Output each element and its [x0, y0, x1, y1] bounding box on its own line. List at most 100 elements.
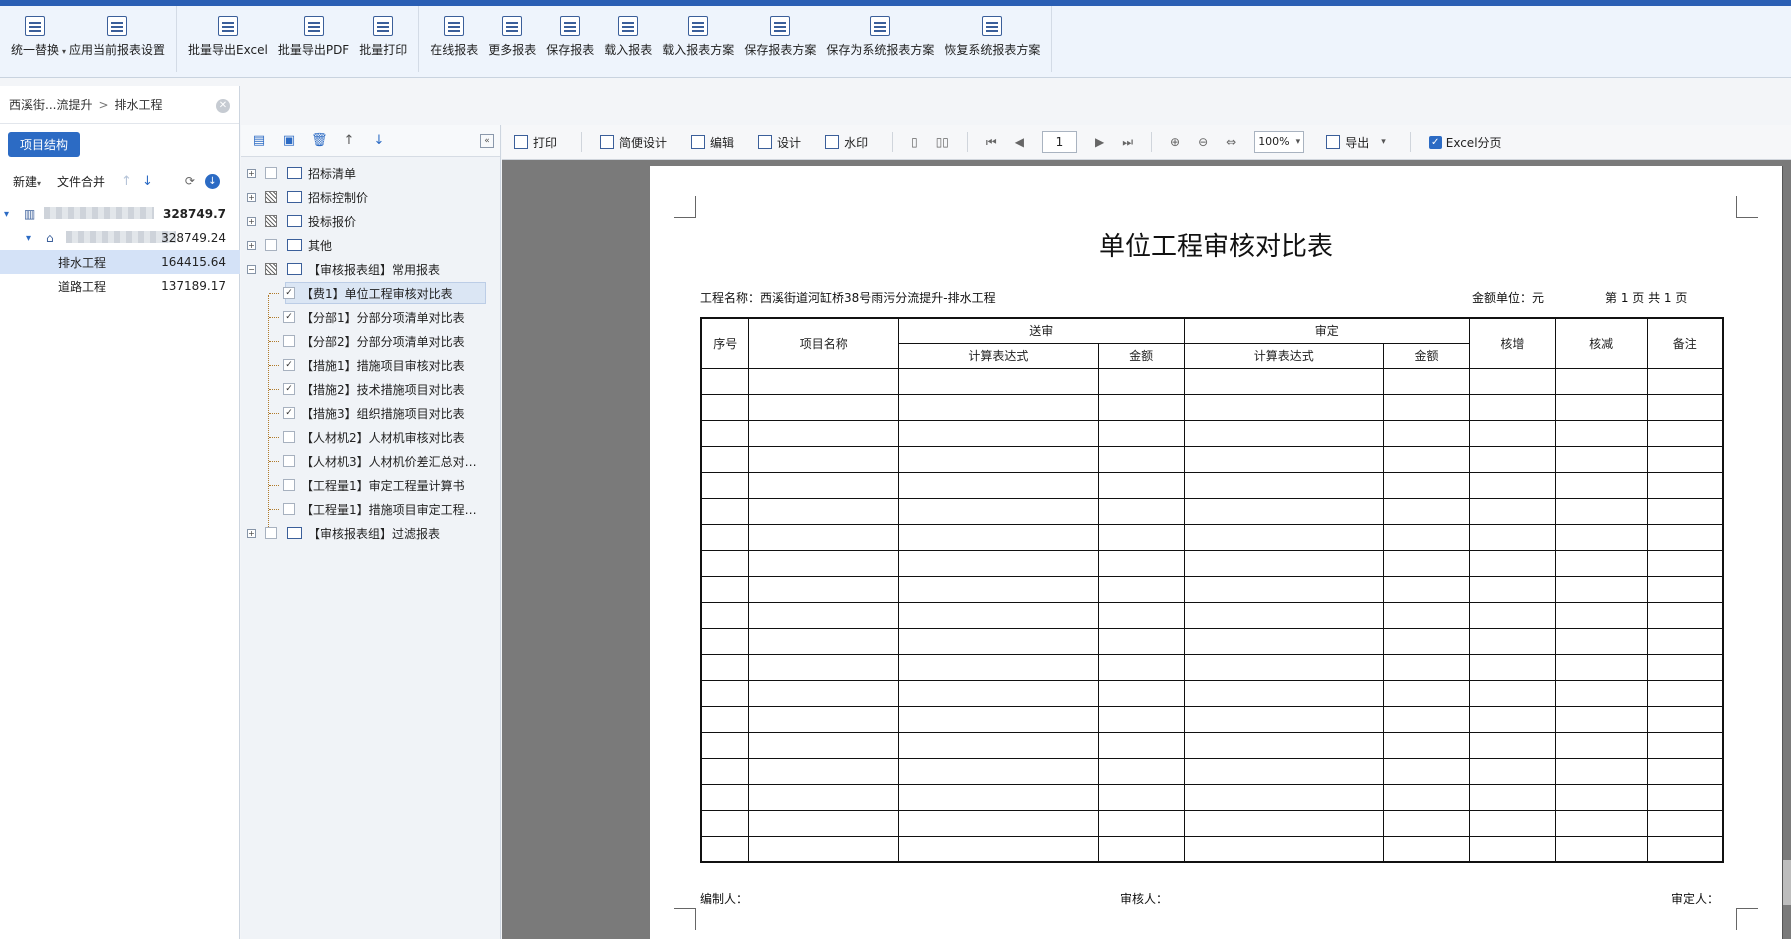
new-menu-button[interactable]: 新建▾	[13, 173, 41, 190]
report-item[interactable]: ✓ 【分部1】分部分项清单对比表	[241, 305, 500, 329]
checkbox-partial-icon[interactable]	[265, 215, 277, 227]
checkbox-checked-icon[interactable]: ✓	[283, 287, 295, 299]
fit-width-icon[interactable]: ⇔	[1226, 135, 1236, 149]
project-tree-item[interactable]: ▾ ▥ 328749.7	[0, 202, 240, 226]
excel-paging-toggle[interactable]: ✓ Excel分页	[1428, 134, 1502, 151]
move-down-icon[interactable]: ↓	[371, 133, 387, 149]
project-tree-item[interactable]: 排水工程 164415.64	[0, 250, 240, 274]
zoom-in-icon[interactable]: ⊕	[1170, 135, 1180, 149]
checkbox-partial-icon[interactable]	[265, 263, 277, 275]
first-page-icon[interactable]: ⏮	[986, 135, 997, 150]
move-up-icon[interactable]: ↑	[341, 133, 357, 149]
add-folder-icon[interactable]: ▣	[281, 133, 297, 149]
zoom-select[interactable]: 100%	[1254, 131, 1305, 153]
checkbox-checked-icon[interactable]: ✓	[283, 407, 295, 419]
report-item[interactable]: ✓ 【措施1】措施项目审核对比表	[241, 353, 500, 377]
checkbox-checked-icon[interactable]: ✓	[283, 383, 295, 395]
two-page-icon[interactable]: ▯▯	[936, 135, 949, 149]
ribbon-button[interactable]: 更多报表	[483, 16, 541, 72]
checkbox-icon[interactable]	[283, 431, 295, 443]
report-group-item[interactable]: + 投标报价	[241, 209, 500, 233]
table-row	[700, 497, 1724, 525]
ribbon-button[interactable]: 在线报表	[425, 16, 483, 72]
project-tree-item[interactable]: 道路工程 137189.17	[0, 274, 240, 298]
expand-icon[interactable]: +	[247, 168, 256, 178]
move-up-icon[interactable]: ↑	[121, 174, 132, 189]
project-structure-button[interactable]: 项目结构	[8, 132, 80, 157]
zoom-out-icon[interactable]: ⊖	[1198, 135, 1208, 149]
report-item[interactable]: ✓ 【费1】单位工程审核对比表	[241, 281, 500, 305]
collapse-icon[interactable]: −	[247, 264, 256, 274]
report-group-item[interactable]: + 招标控制价	[241, 185, 500, 209]
table-cell	[1646, 757, 1724, 785]
ribbon-button[interactable]: 恢复系统报表方案	[939, 16, 1045, 72]
expand-icon[interactable]: ▾	[4, 209, 9, 220]
report-item[interactable]: ✓ 【措施2】技术措施项目对比表	[241, 377, 500, 401]
checkbox-icon[interactable]	[265, 167, 277, 179]
project-tree-item[interactable]: ▾ ⌂ 328749.24	[0, 226, 240, 250]
ribbon-button[interactable]: 批量导出Excel	[183, 16, 273, 72]
expand-icon[interactable]: +	[247, 240, 256, 250]
edit-button[interactable]: 编辑	[691, 134, 734, 151]
checkbox-icon[interactable]	[265, 527, 277, 539]
table-cell	[1646, 809, 1724, 837]
chevron-down-icon[interactable]: ▾	[62, 47, 66, 56]
watermark-button[interactable]: 水印	[825, 134, 868, 151]
report-group-item[interactable]: + 【审核报表组】过滤报表	[241, 521, 500, 545]
report-item[interactable]: 【工程量1】审定工程量计算书	[241, 473, 500, 497]
checkbox-checked-icon[interactable]: ✓	[283, 311, 295, 323]
header-item: 项目名称	[748, 317, 900, 369]
design-button[interactable]: 设计	[758, 134, 801, 151]
checkbox-icon[interactable]	[283, 479, 295, 491]
report-group-item[interactable]: + 其他	[241, 233, 500, 257]
ribbon-button[interactable]: 批量导出PDF	[273, 16, 354, 72]
report-item[interactable]: 【工程量1】措施项目审定工程…	[241, 497, 500, 521]
ribbon-button[interactable]: 载入报表方案	[657, 16, 739, 72]
refresh-icon[interactable]: ⟳	[185, 174, 195, 188]
ribbon-button[interactable]: 载入报表	[599, 16, 657, 72]
download-icon[interactable]: ↓	[204, 173, 220, 189]
report-group-item[interactable]: + 招标清单	[241, 161, 500, 185]
add-report-icon[interactable]: ▤	[251, 133, 267, 149]
single-page-icon[interactable]: ▯	[911, 135, 918, 149]
export-button[interactable]: 导出 ▾	[1326, 134, 1386, 151]
report-item[interactable]: 【人材机3】人材机价差汇总对…	[241, 449, 500, 473]
checkbox-checked-icon[interactable]: ✓	[283, 359, 295, 371]
last-page-icon[interactable]: ⏭	[1122, 135, 1133, 150]
table-cell	[748, 367, 900, 395]
checkbox-icon[interactable]	[283, 455, 295, 467]
ribbon-button[interactable]: 应用当前报表设置	[64, 16, 170, 72]
checkbox-icon[interactable]	[283, 503, 295, 515]
ribbon-button[interactable]: 统一替换 ▾	[6, 16, 66, 72]
chevron-down-icon[interactable]: ▾	[1381, 137, 1386, 147]
scrollbar-thumb[interactable]	[1783, 860, 1791, 905]
report-item[interactable]: 【人材机2】人材机审核对比表	[241, 425, 500, 449]
checkbox-icon[interactable]	[283, 335, 295, 347]
close-icon[interactable]: ✕	[216, 99, 230, 113]
breadcrumb-item-current[interactable]: 排水工程	[115, 96, 163, 113]
file-merge-button[interactable]: 文件合并	[57, 173, 105, 190]
expand-icon[interactable]: +	[247, 192, 256, 202]
checkbox-partial-icon[interactable]	[265, 191, 277, 203]
ribbon-button[interactable]: 保存报表	[541, 16, 599, 72]
expand-icon[interactable]: +	[247, 528, 256, 538]
expand-icon[interactable]: ▾	[26, 233, 31, 244]
ribbon-button[interactable]: 保存为系统报表方案	[821, 16, 939, 72]
simple-design-button[interactable]: 简便设计	[600, 134, 667, 151]
move-down-icon[interactable]: ↓	[142, 174, 153, 189]
report-item[interactable]: ✓ 【措施3】组织措施项目对比表	[241, 401, 500, 425]
ribbon-button[interactable]: 保存报表方案	[739, 16, 821, 72]
collapse-panel-icon[interactable]: «	[480, 133, 494, 148]
print-button[interactable]: 打印	[514, 134, 557, 151]
checkbox-icon[interactable]	[265, 239, 277, 251]
delete-icon[interactable]: 🗑	[311, 133, 328, 149]
report-group-item[interactable]: − 【审核报表组】常用报表	[241, 257, 500, 281]
expand-icon[interactable]: +	[247, 216, 256, 226]
ribbon-button[interactable]: 批量打印	[354, 16, 412, 72]
report-item[interactable]: 【分部2】分部分项清单对比表	[241, 329, 500, 353]
next-page-icon[interactable]: ▶	[1095, 135, 1104, 149]
page-number-input[interactable]: 1	[1041, 131, 1077, 153]
checkbox-checked-icon[interactable]: ✓	[1428, 135, 1442, 149]
breadcrumb-item-project[interactable]: 西溪街...流提升	[9, 96, 92, 113]
prev-page-icon[interactable]: ◀	[1015, 135, 1024, 149]
